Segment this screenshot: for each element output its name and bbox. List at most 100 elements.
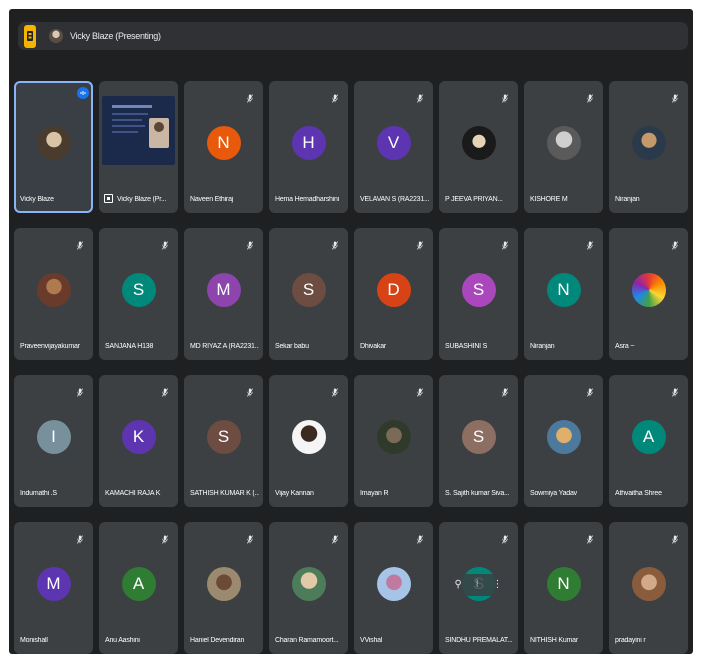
participant-tile[interactable]: A Athvaitha Shree	[609, 375, 688, 507]
mic-muted-icon	[587, 388, 593, 397]
participant-name: NITHISH Kumar	[530, 637, 578, 644]
mic-muted-icon	[247, 388, 253, 397]
participant-name: Vijay Kannan	[275, 490, 314, 497]
participant-tile[interactable]: N Naveen Ethiraj	[184, 81, 263, 213]
mic-muted-icon	[502, 241, 508, 250]
participant-tile[interactable]: Charan Ramamoort...	[269, 522, 348, 654]
participant-tile[interactable]: S SUBASHINI S	[439, 228, 518, 360]
participant-tile[interactable]: D Dhivakar	[354, 228, 433, 360]
participant-tile[interactable]: N NITHISH Kumar	[524, 522, 603, 654]
participant-name: VVishal	[360, 637, 383, 644]
mic-muted-icon	[332, 241, 338, 250]
participant-name: Sekar babu	[275, 343, 309, 350]
participant-name: SINDHU PREMALAT...	[445, 637, 513, 644]
participant-name: Sowmiya Yadav	[530, 490, 577, 497]
participant-avatar	[546, 420, 581, 454]
participant-avatar: N	[206, 126, 241, 160]
participant-tile[interactable]: P JEEVA PRIYAN...	[439, 81, 518, 213]
presenter-avatar	[49, 29, 63, 43]
mic-muted-icon	[332, 388, 338, 397]
participant-tile[interactable]: H Hema Hemadharshini	[269, 81, 348, 213]
more-options-icon[interactable]: ⋮	[492, 580, 502, 590]
participant-tile[interactable]: Asra ~	[609, 228, 688, 360]
participant-name: Praveenvijayakumar	[20, 343, 80, 350]
participant-name: Hema Hemadharshini	[275, 196, 340, 203]
participant-tile[interactable]: KISHORE M	[524, 81, 603, 213]
participant-avatar: S	[291, 273, 326, 307]
mic-muted-icon	[162, 388, 168, 397]
participant-avatar	[36, 273, 71, 307]
participant-name: Athvaitha Shree	[615, 490, 662, 497]
participant-name: Monishall	[20, 637, 48, 644]
participant-tile[interactable]: S Sekar babu	[269, 228, 348, 360]
participant-avatar: D	[376, 273, 411, 307]
participant-tile[interactable]: A Anu Aashini	[99, 522, 178, 654]
participant-tile[interactable]: Sowmiya Yadav	[524, 375, 603, 507]
participant-avatar: S	[461, 420, 496, 454]
pin-icon[interactable]: ⚲	[455, 580, 462, 590]
participant-name: KAMACHI RAJA K	[105, 490, 161, 497]
participant-tile[interactable]: Haniel Devendiran	[184, 522, 263, 654]
screen-share-preview	[102, 96, 175, 165]
participant-name: P JEEVA PRIYAN...	[445, 196, 503, 203]
participant-name: pradayini r	[615, 637, 646, 644]
participant-name: Indumathi .S	[20, 490, 57, 497]
participant-name: SUBASHINI S	[445, 343, 488, 350]
mic-muted-icon	[672, 241, 678, 250]
mic-muted-icon	[672, 94, 678, 103]
participant-name: SANJANA H138	[105, 343, 154, 350]
mic-muted-icon	[417, 535, 423, 544]
participant-tile[interactable]: N Niranjan	[524, 228, 603, 360]
mic-muted-icon	[162, 241, 168, 250]
participant-tile[interactable]: Vijay Kannan	[269, 375, 348, 507]
participant-avatar	[631, 126, 666, 160]
participant-avatar	[376, 420, 411, 454]
participant-tile[interactable]: M Monishall	[14, 522, 93, 654]
participant-tile[interactable]: VVishal	[354, 522, 433, 654]
participant-tile[interactable]: K KAMACHI RAJA K	[99, 375, 178, 507]
participant-avatar: K	[121, 420, 156, 454]
participant-tile[interactable]: S SATHISH KUMAR K (...	[184, 375, 263, 507]
app-logo-icon	[24, 24, 36, 48]
mic-muted-icon	[587, 241, 593, 250]
participant-tile[interactable]: Imayan R	[354, 375, 433, 507]
mic-muted-icon	[587, 94, 593, 103]
mic-muted-icon	[587, 535, 593, 544]
participant-avatar	[376, 567, 411, 601]
participant-avatar: S	[121, 273, 156, 307]
participant-avatar: H	[291, 126, 326, 160]
participant-avatar	[206, 567, 241, 601]
mic-muted-icon	[247, 535, 253, 544]
mic-muted-icon	[672, 535, 678, 544]
participant-tile[interactable]: Niranjan	[609, 81, 688, 213]
participant-avatar	[291, 420, 326, 454]
participant-tile[interactable]: M MD RIYAZ A (RA2231...	[184, 228, 263, 360]
participant-avatar	[461, 126, 496, 160]
participant-tile[interactable]: V VELAVAN S (RA2231...	[354, 81, 433, 213]
speaking-indicator-icon	[77, 87, 89, 99]
participant-tile[interactable]: Vicky Blaze (Pr...	[99, 81, 178, 213]
participant-tile[interactable]: S S. Sajith kumar Siva...	[439, 375, 518, 507]
participant-tile[interactable]: pradayini r	[609, 522, 688, 654]
participant-tile[interactable]: I Indumathi .S	[14, 375, 93, 507]
participant-tile[interactable]: S⚲⦚⋮SINDHU PREMALAT...	[439, 522, 518, 654]
mic-muted-icon	[332, 535, 338, 544]
participant-avatar: I	[36, 420, 71, 454]
present-screen-icon	[104, 194, 113, 203]
mic-muted-icon	[77, 241, 83, 250]
participant-tile[interactable]: Praveenvijayakumar	[14, 228, 93, 360]
tile-hover-controls[interactable]: ⚲ ⦚ ⋮	[448, 574, 509, 596]
participant-name: MD RIYAZ A (RA2231...	[190, 343, 259, 350]
participant-avatar: N	[546, 567, 581, 601]
participant-name: S. Sajith kumar Siva...	[445, 490, 510, 497]
participant-tile[interactable]: S SANJANA H138	[99, 228, 178, 360]
participant-avatar: M	[36, 567, 71, 601]
mic-muted-icon	[417, 94, 423, 103]
participant-name: Dhivakar	[360, 343, 387, 350]
mic-muted-icon	[417, 388, 423, 397]
participant-tile[interactable]: Vicky Blaze	[14, 81, 93, 213]
participant-avatar: A	[631, 420, 666, 454]
mic-muted-icon	[502, 535, 508, 544]
presenting-bar[interactable]: Vicky Blaze (Presenting)	[18, 22, 688, 50]
participant-name: SATHISH KUMAR K (...	[190, 490, 259, 497]
